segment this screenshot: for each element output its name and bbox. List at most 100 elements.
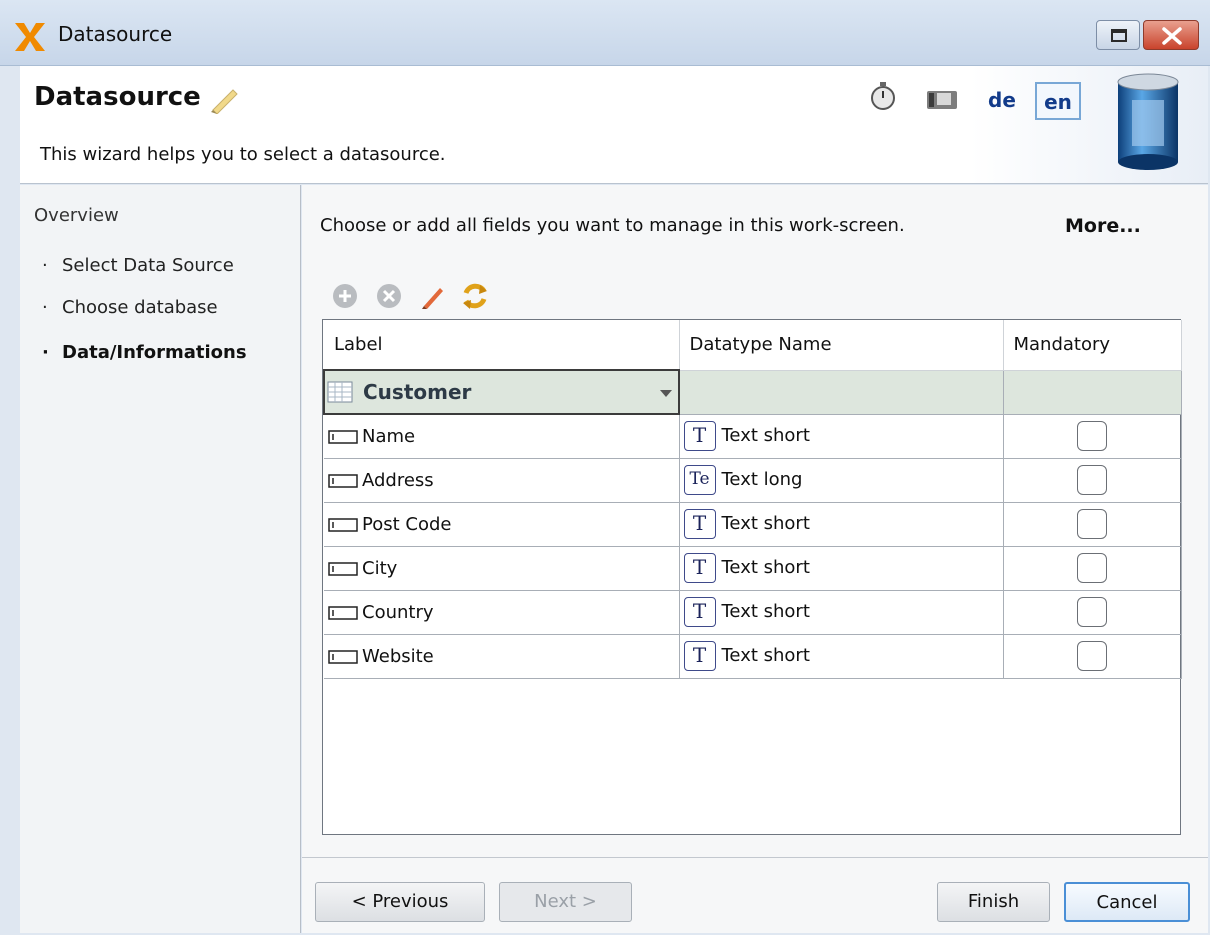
mandatory-checkbox[interactable] — [1077, 641, 1107, 671]
datatype-name: Text long — [721, 469, 803, 490]
page-title: Datasource — [34, 82, 201, 112]
field-icon — [328, 517, 358, 532]
restore-button[interactable] — [1096, 20, 1140, 50]
fields-table: Label Datatype Name Mandatory Customer N… — [323, 320, 1182, 679]
datatype-cell[interactable]: T Text short — [679, 634, 1004, 679]
language-en-button[interactable]: en — [1035, 82, 1081, 120]
mandatory-cell — [1003, 502, 1182, 547]
datatype-cell[interactable]: T Text short — [679, 502, 1004, 547]
language-de-button[interactable]: de — [984, 82, 1020, 120]
datatype-name: Text short — [721, 601, 810, 622]
table-row[interactable]: Name T Text short — [324, 414, 1182, 459]
camera-icon[interactable] — [925, 86, 959, 112]
next-button[interactable]: Next > — [499, 882, 632, 922]
finish-button[interactable]: Finish — [937, 882, 1050, 922]
field-icon — [328, 473, 358, 488]
field-label-cell[interactable]: Name — [324, 414, 680, 459]
group-dropdown[interactable]: Customer — [323, 369, 680, 415]
field-icon — [328, 605, 358, 620]
sidebar-item-choose-database[interactable]: · Choose database — [42, 297, 218, 318]
field-label: Country — [362, 601, 434, 623]
step-bullet: · — [42, 342, 49, 363]
step-bullet: · — [42, 297, 48, 318]
field-icon — [328, 430, 358, 444]
field-label: City — [362, 557, 398, 579]
mandatory-checkbox[interactable] — [1077, 421, 1107, 451]
group-datatype-cell — [679, 370, 1004, 415]
step-label: Data/Informations — [62, 342, 247, 363]
mandatory-checkbox[interactable] — [1077, 553, 1107, 583]
edit-icon[interactable] — [418, 281, 448, 311]
field-label-cell[interactable]: Post Code — [324, 502, 680, 547]
column-header-label[interactable]: Label — [324, 320, 680, 371]
remove-icon[interactable] — [374, 281, 404, 311]
field-label-cell[interactable]: Country — [324, 590, 680, 635]
field-label: Website — [362, 645, 434, 667]
previous-button[interactable]: < Previous — [315, 882, 485, 922]
datatype-cell[interactable]: T Text short — [679, 414, 1004, 459]
datatype-name: Text short — [721, 557, 810, 578]
cancel-button[interactable]: Cancel — [1064, 882, 1190, 922]
column-header-datatype[interactable]: Datatype Name — [679, 320, 1004, 371]
wizard-description: This wizard helps you to select a dataso… — [40, 144, 446, 165]
text-long-type-icon: Te — [683, 465, 716, 495]
wizard-header: Datasource de en This wizard helps you t… — [20, 66, 1208, 184]
step-label: Select Data Source — [62, 255, 234, 276]
datatype-name: Text short — [721, 513, 810, 534]
mandatory-checkbox[interactable] — [1077, 509, 1107, 539]
fields-grid: Label Datatype Name Mandatory Customer N… — [322, 319, 1182, 835]
table-row[interactable]: Website T Text short — [324, 634, 1182, 679]
field-label: Name — [362, 425, 416, 447]
field-label: Address — [362, 469, 434, 491]
field-label-cell[interactable]: Address — [324, 458, 680, 503]
table-row[interactable]: Country T Text short — [324, 590, 1182, 635]
table-row[interactable]: City T Text short — [324, 546, 1182, 591]
field-label: Post Code — [362, 513, 452, 535]
text-short-type-icon: T — [683, 641, 716, 671]
close-button[interactable] — [1143, 20, 1199, 50]
mandatory-cell — [1003, 458, 1182, 503]
mandatory-cell — [1003, 546, 1182, 591]
sidebar-item-select-data-source[interactable]: · Select Data Source — [42, 255, 234, 276]
datatype-cell[interactable]: T Text short — [679, 590, 1004, 635]
title-bar: Datasource — [0, 0, 1210, 66]
sidebar-item-data-informations[interactable]: · Data/Informations — [42, 342, 247, 363]
mandatory-checkbox[interactable] — [1077, 597, 1107, 627]
field-label-cell[interactable]: City — [324, 546, 680, 591]
stopwatch-icon[interactable] — [868, 80, 898, 112]
mandatory-checkbox[interactable] — [1077, 465, 1107, 495]
table-header-row: Label Datatype Name Mandatory — [324, 320, 1182, 371]
restore-icon — [1111, 29, 1127, 42]
field-icon — [328, 561, 358, 576]
column-header-mandatory[interactable]: Mandatory — [1003, 320, 1182, 371]
more-link[interactable]: More... — [1065, 215, 1141, 237]
datatype-name: Text short — [721, 645, 810, 666]
table-row[interactable]: Post Code T Text short — [324, 502, 1182, 547]
close-icon — [1162, 27, 1182, 45]
window-title: Datasource — [58, 22, 173, 46]
step-bullet: · — [42, 255, 48, 276]
group-row-customer[interactable]: Customer — [323, 369, 1182, 415]
group-mandatory-cell — [1003, 370, 1182, 415]
wizard-steps-sidebar: Overview · Select Data Source · Choose dat… — [20, 185, 301, 933]
field-label-cell[interactable]: Website — [324, 634, 680, 679]
main-panel: Choose or add all fields you want to man… — [302, 185, 1208, 933]
refresh-icon[interactable] — [460, 281, 490, 311]
text-short-type-icon: T — [683, 509, 716, 539]
datatype-name: Text short — [721, 425, 810, 446]
table-row[interactable]: Address Te Text long — [324, 458, 1182, 503]
datatype-cell[interactable]: Te Text long — [679, 458, 1004, 503]
database-icon — [1117, 73, 1179, 170]
mandatory-cell — [1003, 634, 1182, 679]
step-label: Choose database — [62, 297, 218, 318]
add-icon[interactable] — [330, 281, 360, 311]
footer-divider — [302, 857, 1208, 858]
datatype-cell[interactable]: T Text short — [679, 546, 1004, 591]
text-short-type-icon: T — [683, 553, 716, 583]
pencil-icon — [211, 89, 238, 114]
chevron-down-icon — [660, 390, 672, 397]
text-short-type-icon: T — [683, 597, 716, 627]
sidebar-item-overview[interactable]: Overview — [34, 205, 119, 226]
text-short-type-icon: T — [683, 421, 716, 451]
x-logo-icon — [15, 23, 45, 51]
